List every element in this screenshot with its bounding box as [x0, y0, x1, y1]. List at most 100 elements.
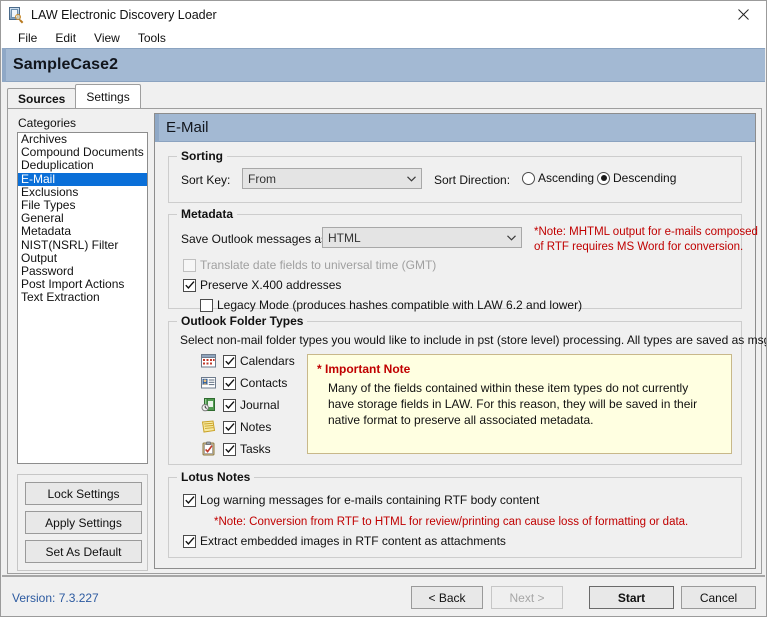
document-search-icon — [8, 6, 24, 23]
menu-view[interactable]: View — [85, 29, 129, 47]
folder-type-tasks[interactable]: Tasks — [201, 441, 271, 457]
mhtml-note-line2: of RTF requires MS Word for conversion. — [534, 241, 744, 253]
category-item-deduplication[interactable]: Deduplication — [18, 159, 147, 172]
set-as-default-button[interactable]: Set As Default — [25, 540, 142, 563]
title-bar: LAW Electronic Discovery Loader — [1, 1, 766, 28]
chevron-down-icon — [501, 234, 521, 241]
category-item-text-extraction[interactable]: Text Extraction — [18, 291, 147, 304]
radio-descending-label: Descending — [613, 171, 677, 185]
case-name: SampleCase2 — [13, 56, 119, 73]
menu-file[interactable]: File — [9, 29, 46, 47]
category-item-nist-nsrl-filter[interactable]: NIST(NSRL) Filter — [18, 238, 147, 252]
checkbox-translate-date-fields-box — [183, 258, 196, 272]
panel-header: E-Mail — [155, 113, 755, 142]
folder-type-journal-box — [223, 398, 236, 412]
calendar-icon — [201, 353, 217, 369]
cancel-button[interactable]: Cancel — [681, 586, 756, 609]
checkbox-log-warning-messages-label: Log warning messages for e-mails contain… — [200, 493, 540, 507]
lotus-notes-group: Lotus Notes Log warning messages for e-m… — [168, 470, 742, 558]
menu-bar: File Edit View Tools — [1, 28, 766, 48]
categories-label: Categories — [18, 116, 77, 130]
tab-sources-label: Sources — [18, 91, 66, 106]
checkbox-preserve-x400-box — [183, 278, 196, 292]
checkbox-extract-embedded-images[interactable]: Extract embedded images in RTF content a… — [183, 534, 506, 548]
folder-type-calendars-label: Calendars — [240, 354, 295, 368]
category-item-metadata[interactable]: Metadata — [18, 225, 147, 238]
tab-strip: Sources Settings — [7, 84, 762, 108]
radio-ascending-label: Ascending — [538, 171, 595, 185]
checkbox-legacy-mode-label: Legacy Mode (produces hashes compatible … — [217, 298, 583, 312]
radio-descending[interactable]: Descending — [597, 171, 676, 185]
tab-settings[interactable]: Settings — [75, 84, 141, 108]
folder-type-tasks-label: Tasks — [240, 442, 271, 456]
important-note-title: * Important Note — [317, 362, 411, 376]
radio-descending-icon — [597, 171, 610, 185]
checkbox-preserve-x400[interactable]: Preserve X.400 addresses — [183, 278, 341, 292]
folder-type-contacts-box — [223, 376, 236, 390]
start-button[interactable]: Start — [589, 586, 674, 609]
settings-page: Categories Archives Compound Documents D… — [7, 108, 766, 574]
lock-settings-button[interactable]: Lock Settings — [25, 482, 142, 505]
folder-type-calendars-box — [223, 354, 236, 368]
mhtml-note-line1: *Note: MHTML output for e-mails composed — [534, 226, 758, 238]
email-settings-panel: E-Mail Sorting Sort Key: From Sort Direc… — [154, 113, 766, 569]
next-button-label: Next > — [509, 590, 545, 605]
important-note-body: Many of the fields contained within thes… — [328, 381, 698, 427]
back-button-label: < Back — [428, 590, 466, 605]
apply-settings-button[interactable]: Apply Settings — [25, 511, 142, 534]
sort-key-label: Sort Key: — [181, 173, 231, 187]
save-outlook-messages-label: Save Outlook messages as: — [181, 232, 331, 246]
checkbox-legacy-mode[interactable]: Legacy Mode (produces hashes compatible … — [200, 298, 582, 312]
tasks-clipboard-icon — [201, 441, 217, 457]
categories-list[interactable]: Archives Compound Documents Deduplicatio… — [17, 132, 148, 464]
contact-card-icon — [201, 375, 217, 391]
folder-type-journal-label: Journal — [240, 398, 280, 412]
category-item-exclusions[interactable]: Exclusions — [18, 185, 147, 199]
sorting-group: Sorting Sort Key: From Sort Direction: A… — [168, 149, 742, 203]
sort-direction-label: Sort Direction: — [434, 173, 511, 187]
outlook-folder-types-group: Outlook Folder Types Select non-mail fol… — [168, 314, 766, 465]
notes-icon — [201, 419, 217, 435]
save-outlook-messages-dropdown[interactable]: HTML — [322, 227, 522, 248]
folder-type-contacts-label: Contacts — [240, 376, 288, 390]
chevron-down-icon — [401, 175, 421, 182]
checkbox-preserve-x400-label: Preserve X.400 addresses — [200, 278, 342, 292]
save-outlook-messages-value: HTML — [328, 230, 361, 245]
close-icon[interactable] — [720, 1, 766, 28]
radio-ascending-icon — [522, 171, 535, 185]
lock-settings-label: Lock Settings — [47, 486, 120, 501]
folder-type-notes[interactable]: Notes — [201, 419, 271, 435]
category-item-output[interactable]: Output — [18, 251, 147, 265]
folder-type-journal[interactable]: Journal — [201, 397, 279, 413]
page-title: E-Mail — [166, 119, 209, 136]
checkbox-translate-date-fields: Translate date fields to universal time … — [183, 258, 436, 272]
case-banner: SampleCase2 — [2, 48, 765, 82]
menu-tools[interactable]: Tools — [129, 29, 175, 47]
next-button: Next > — [491, 586, 563, 609]
checkbox-legacy-mode-box — [200, 298, 213, 312]
folder-type-tasks-box — [223, 442, 236, 456]
checkbox-log-warning-messages[interactable]: Log warning messages for e-mails contain… — [183, 493, 539, 507]
panel-header-accent — [155, 113, 159, 142]
sort-key-dropdown[interactable]: From — [242, 168, 422, 189]
back-button[interactable]: < Back — [411, 586, 483, 609]
sorting-group-title: Sorting — [177, 149, 227, 163]
window-title: LAW Electronic Discovery Loader — [31, 7, 217, 22]
tab-sources[interactable]: Sources — [7, 88, 77, 108]
category-item-e-mail[interactable]: E-Mail — [18, 172, 147, 186]
application-window: LAW Electronic Discovery Loader File Edi… — [0, 0, 767, 617]
checkbox-log-warning-messages-box — [183, 493, 196, 507]
lotus-notes-conversion-note: *Note: Conversion from RTF to HTML for r… — [214, 516, 689, 528]
folder-type-calendars[interactable]: Calendars — [201, 353, 295, 369]
lotus-notes-title: Lotus Notes — [177, 470, 255, 484]
checkbox-extract-embedded-images-box — [183, 534, 196, 548]
folder-type-contacts[interactable]: Contacts — [201, 375, 287, 391]
menu-edit[interactable]: Edit — [46, 29, 85, 47]
checkbox-extract-embedded-images-label: Extract embedded images in RTF content a… — [200, 534, 506, 548]
tab-settings-label: Settings — [86, 89, 130, 104]
cancel-button-label: Cancel — [699, 590, 738, 605]
radio-ascending[interactable]: Ascending — [522, 171, 594, 185]
outlook-folder-types-description: Select non-mail folder types you would l… — [180, 333, 767, 347]
settings-actions-group: Lock Settings Apply Settings Set As Defa… — [17, 474, 148, 571]
folder-type-notes-label: Notes — [240, 420, 272, 434]
